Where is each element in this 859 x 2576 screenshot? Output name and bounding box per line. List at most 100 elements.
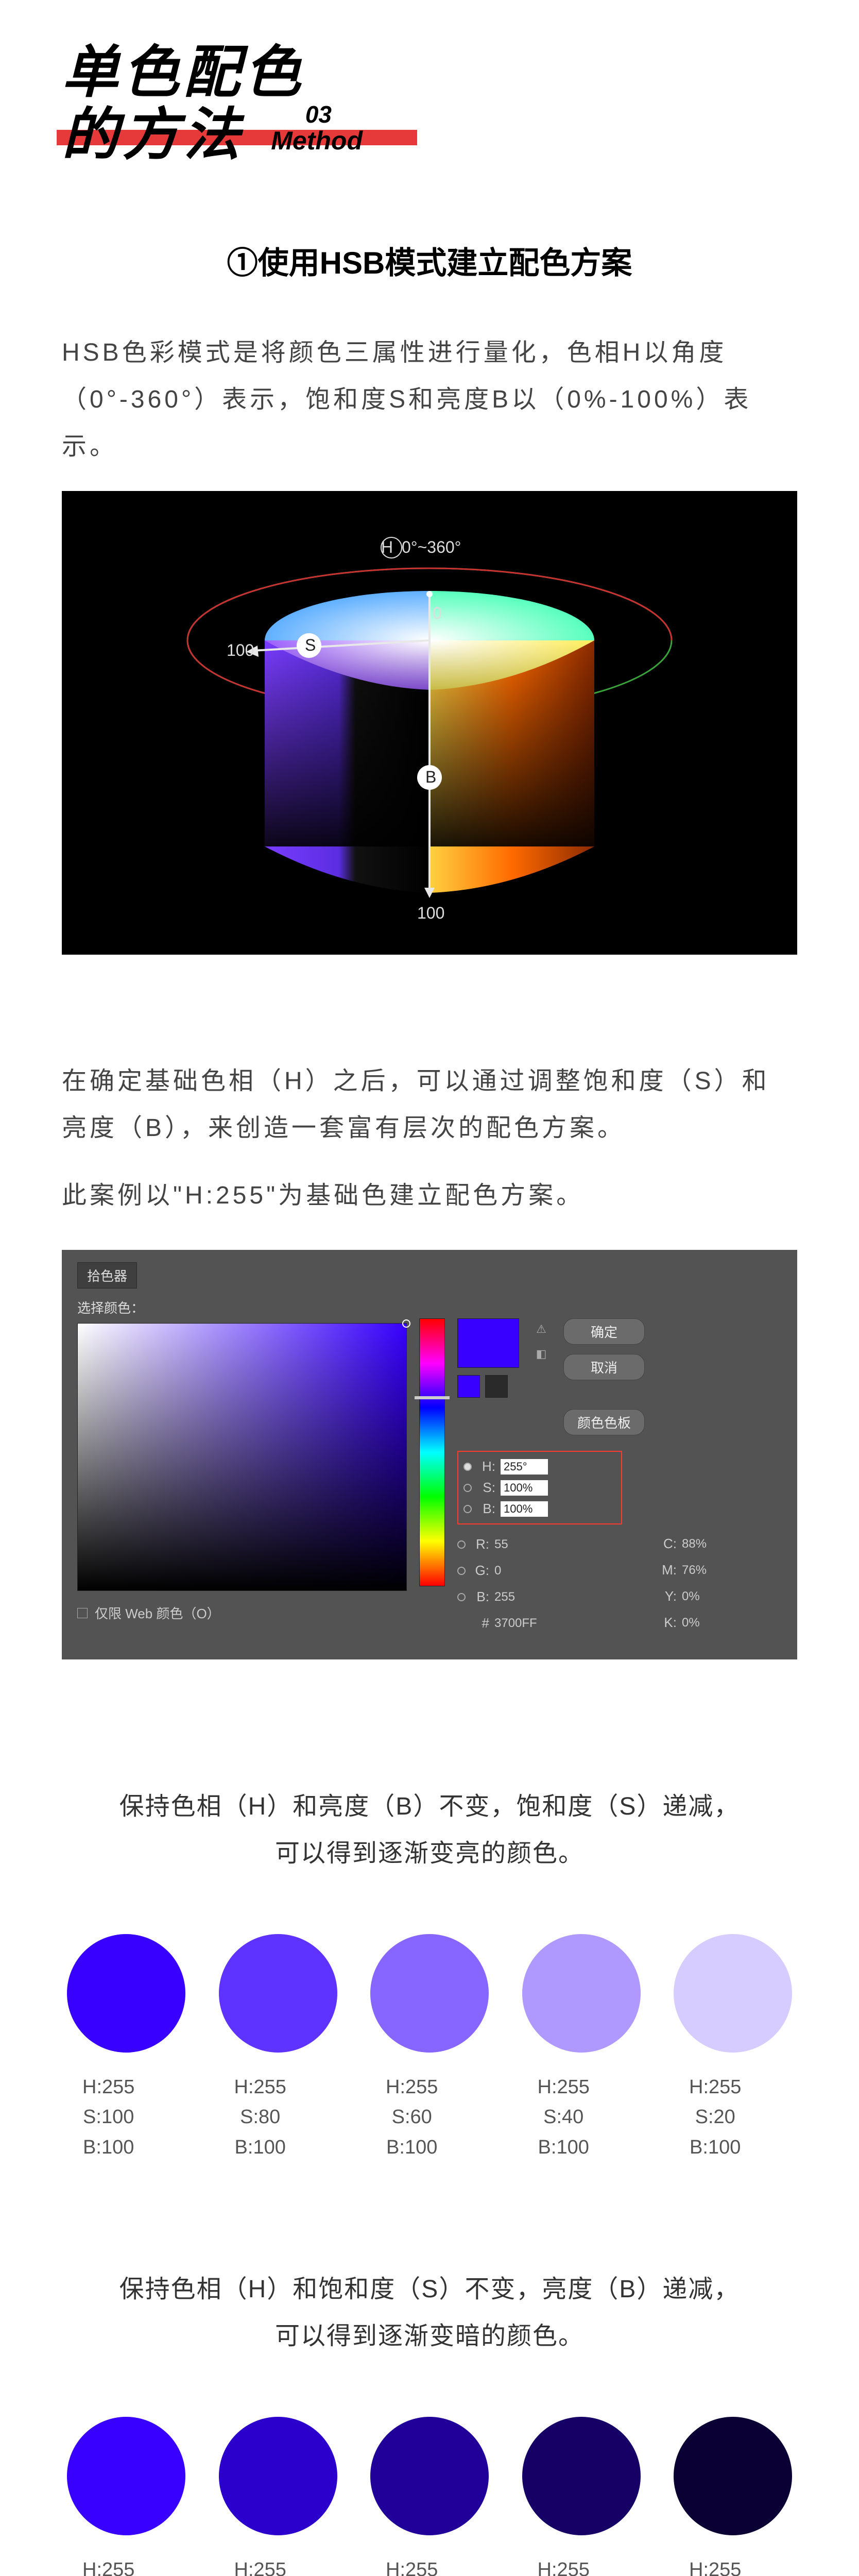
swatch-h: H:255	[82, 2072, 134, 2103]
swatch-h: H:255	[386, 2072, 438, 2103]
color-circle	[370, 1934, 489, 2053]
k-label: K:	[658, 1615, 677, 1631]
s-label: S:	[477, 1480, 495, 1496]
s-input[interactable]: 100%	[501, 1480, 548, 1496]
h-label: H:	[477, 1459, 495, 1475]
bb-value[interactable]: 255	[494, 1590, 544, 1604]
web-only-checkbox[interactable]	[77, 1608, 88, 1618]
page-title-block: 单色配色 的方法 03 Method	[62, 41, 305, 166]
swatch-b: B:100	[82, 2132, 134, 2163]
color-circle	[370, 2417, 489, 2535]
radio-h[interactable]	[463, 1463, 472, 1471]
title-line2: 的方法	[62, 103, 244, 166]
hex-value[interactable]: 3700FF	[494, 1616, 561, 1631]
swatch-labels: H:255S:100B:60	[370, 2555, 438, 2576]
sb-cursor-icon[interactable]	[402, 1319, 410, 1328]
swatch-row: H:255S:100B:100H:255S:80B:100H:255S:60B:…	[62, 1934, 797, 2163]
c-label: C:	[658, 1536, 677, 1552]
prev-color-swatch	[485, 1375, 508, 1398]
cube-icon[interactable]: ◧	[534, 1346, 549, 1362]
swatch-h: H:255	[82, 2555, 134, 2576]
b-label: B:	[477, 1501, 495, 1517]
swatch-description: 保持色相（H）和饱和度（S）不变，亮度（B）递减，可以得到逐渐变暗的颜色。	[62, 2266, 797, 2360]
radio-b[interactable]	[463, 1505, 472, 1513]
swatch-item: H:255S:100B:20	[674, 2417, 792, 2576]
saturation-brightness-field[interactable]	[77, 1323, 407, 1591]
color-circle	[67, 2417, 185, 2535]
cancel-button[interactable]: 取消	[563, 1354, 645, 1380]
swatch-labels: H:255S:40B:100	[522, 2072, 590, 2163]
b-input[interactable]: 100%	[501, 1501, 548, 1517]
swatch-row: H:255S:100B:100 H:255S:100B:80 H:255S:100B…	[62, 2417, 797, 2576]
color-circle	[67, 1934, 185, 2053]
radio-bb[interactable]	[457, 1593, 466, 1601]
swatch-item: H:255S:40B:100	[522, 1934, 641, 2163]
web-only-label: 仅限 Web 颜色（O）	[95, 1603, 220, 1622]
swatch-b: B:100	[234, 2132, 286, 2163]
section-title: ①使用HSB模式建立配色方案	[62, 238, 797, 283]
radio-r[interactable]	[457, 1540, 466, 1549]
radio-s[interactable]	[463, 1484, 472, 1492]
radio-g[interactable]	[457, 1567, 466, 1575]
swatch-labels: H:255S:20B:100	[674, 2072, 741, 2163]
color-circle	[219, 2417, 337, 2535]
swatch-labels: H:255S:100B:40	[522, 2555, 590, 2576]
g-value[interactable]: 0	[494, 1564, 544, 1578]
color-circle	[219, 1934, 337, 2053]
swatch-item: H:255S:100B:40	[522, 2417, 641, 2576]
hash-label: #	[471, 1615, 489, 1631]
swatch-item: H:255S:100B:100	[67, 2417, 185, 2576]
swatch-labels: H:255S:100B:100	[67, 2555, 134, 2576]
swatch-h: H:255	[386, 2555, 438, 2576]
diagram-b-label: B	[425, 768, 436, 786]
y-label: Y:	[658, 1588, 677, 1604]
swatch-h: H:255	[538, 2555, 590, 2576]
color-circle	[674, 2417, 792, 2535]
swatch-item: H:255S:60B:100	[370, 1934, 489, 2163]
h-input[interactable]: 255°	[501, 1459, 548, 1475]
hue-slider[interactable]	[419, 1318, 445, 1586]
select-color-label: 选择颜色：	[77, 1298, 407, 1317]
swatch-labels: H:255S:80B:100	[219, 2072, 286, 2163]
bb-label: B:	[471, 1589, 489, 1605]
y-value[interactable]: 0%	[682, 1589, 731, 1604]
swatch-s: S:40	[538, 2102, 590, 2132]
color-circle	[522, 2417, 641, 2535]
picker-tab[interactable]: 拾色器	[77, 1262, 137, 1289]
desc-line1: 保持色相（H）和亮度（B）不变，饱和度（S）递减，	[119, 1793, 740, 1820]
hue-indicator-icon[interactable]	[415, 1396, 450, 1399]
swatch-labels: H:255S:100B:80	[219, 2555, 286, 2576]
desc-line2: 可以得到逐渐变暗的颜色。	[275, 2323, 584, 2350]
swatch-item: H:255S:100B:60	[370, 2417, 489, 2576]
swatch-h: H:255	[234, 2072, 286, 2103]
title-line1: 单色配色	[62, 41, 305, 104]
color-library-button[interactable]: 颜色色板	[563, 1409, 645, 1435]
diagram-zero-top: 0	[433, 604, 442, 622]
swatch-b: B:100	[689, 2132, 741, 2163]
title-number: 03	[305, 100, 332, 128]
swatch-s: S:80	[234, 2102, 286, 2132]
r-value[interactable]: 55	[494, 1537, 544, 1552]
swatch-labels: H:255S:100B:100	[67, 2072, 134, 2163]
ok-button[interactable]: 确定	[563, 1318, 645, 1345]
swatch-labels: H:255S:60B:100	[370, 2072, 438, 2163]
c-value[interactable]: 88%	[682, 1537, 731, 1551]
swatch-item: H:255S:100B:100	[67, 1934, 185, 2163]
current-color-swatch	[457, 1375, 480, 1398]
swatch-item: H:255S:20B:100	[674, 1934, 792, 2163]
r-label: R:	[471, 1536, 489, 1552]
swatch-item: H:255S:80B:100	[219, 1934, 337, 2163]
warning-icon[interactable]: ⚠	[534, 1321, 549, 1337]
swatch-labels: H:255S:100B:20	[674, 2555, 741, 2576]
m-value[interactable]: 76%	[682, 1563, 731, 1578]
paragraph-3: 此案例以"H:255"为基础色建立配色方案。	[62, 1172, 797, 1219]
swatch-section: 保持色相（H）和亮度（B）不变，饱和度（S）递减，可以得到逐渐变亮的颜色。H:2…	[62, 1783, 797, 2163]
diagram-s-label: S	[305, 636, 316, 654]
swatch-b: B:100	[538, 2132, 590, 2163]
hsb-cylinder-diagram: H 0°~360° 0 100 S B 100	[62, 491, 797, 955]
swatch-section: 保持色相（H）和饱和度（S）不变，亮度（B）递减，可以得到逐渐变暗的颜色。 H:2…	[62, 2266, 797, 2576]
swatch-h: H:255	[234, 2555, 286, 2576]
swatch-s: S:100	[82, 2102, 134, 2132]
k-value[interactable]: 0%	[682, 1616, 731, 1630]
hsb-highlight-frame: H: 255° S: 100% B:	[457, 1451, 622, 1524]
